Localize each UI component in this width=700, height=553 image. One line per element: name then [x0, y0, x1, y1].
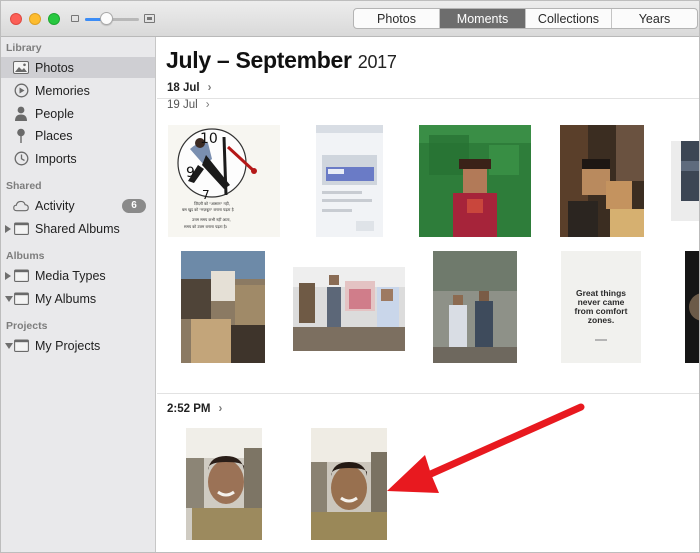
shared-header: Shared — [6, 180, 42, 192]
folder-icon — [13, 222, 29, 236]
activity-count-badge: 6 — [122, 198, 146, 213]
photo-thumbnail[interactable]: Great things never came from comfort zon… — [561, 251, 641, 363]
sidebar: Library Photos Memories People Places Im… — [1, 37, 156, 552]
photo-thumbnail[interactable] — [186, 428, 262, 540]
sidebar-item-my-albums[interactable]: My Albums — [1, 288, 155, 309]
sidebar-item-shared-albums[interactable]: Shared Albums — [1, 218, 155, 239]
clock-number-10: 10 — [200, 131, 218, 147]
view-switcher: Photos Moments Collections Years — [353, 8, 698, 29]
partial-image — [685, 251, 699, 363]
sidebar-item-media-types[interactable]: Media Types — [1, 265, 155, 286]
photo-thumbnail[interactable] — [419, 125, 531, 237]
zoom-out-icon[interactable] — [71, 15, 79, 22]
sidebar-item-label: Imports — [35, 151, 77, 166]
memories-icon — [13, 83, 29, 98]
event-photo-image — [293, 267, 405, 351]
disclosure-triangle-icon[interactable] — [5, 271, 11, 280]
sidebar-item-label: Photos — [35, 60, 74, 75]
folder-icon — [13, 292, 29, 306]
photo-thumbnail[interactable] — [311, 428, 387, 540]
partial-image — [671, 141, 699, 221]
selfie-image — [560, 125, 644, 237]
sidebar-item-places[interactable]: Places — [1, 125, 155, 146]
quote-line-4: zones. — [588, 315, 614, 325]
sidebar-item-my-projects[interactable]: My Projects — [1, 335, 155, 356]
sidebar-item-label: Places — [35, 128, 73, 143]
tab-photos[interactable]: Photos — [354, 9, 440, 28]
sidebar-item-label: Memories — [35, 83, 90, 98]
photos-icon — [13, 61, 29, 75]
sidebar-item-label: People — [35, 106, 74, 121]
hindi-quote-line-4: समय को उत्तम बनाना पड़ता है। — [184, 224, 228, 229]
sidebar-item-memories[interactable]: Memories — [1, 80, 155, 101]
toolbar: Photos Moments Collections Years — [1, 1, 699, 37]
projects-header: Projects — [6, 320, 48, 332]
zoom-slider-knob[interactable] — [100, 12, 114, 25]
moment-header-19-jul[interactable]: 19 Jul › — [167, 99, 210, 111]
zoom-window-button[interactable] — [48, 13, 60, 25]
photo-thumbnail[interactable]: ज़िंदगी को "आसान" नहीं, बस खुद को "मज़बू… — [168, 125, 280, 237]
imports-icon — [13, 151, 29, 166]
tab-moments[interactable]: Moments — [440, 9, 526, 28]
sidebar-item-label: Shared Albums — [35, 221, 120, 236]
moment-header-2-52-pm[interactable]: 2:52 PM › — [167, 403, 222, 415]
moment-divider — [157, 98, 699, 99]
hindi-quote-line-1: ज़िंदगी को "आसान" नहीं, — [194, 201, 230, 206]
photo-thumbnail-partial[interactable] — [671, 141, 699, 221]
tab-years[interactable]: Years — [612, 9, 697, 28]
moment-divider — [157, 393, 699, 394]
page-title: July – September 2017 — [166, 47, 397, 74]
people-icon — [13, 106, 29, 121]
selfie-photo-image — [186, 428, 262, 540]
quote-card-image: Great things never came from comfort zon… — [561, 251, 641, 363]
title-year: 2017 — [357, 52, 397, 72]
title-range: July – September — [166, 47, 352, 73]
chevron-right-icon[interactable]: › — [206, 99, 210, 111]
photos-window: Photos Moments Collections Years Library… — [0, 0, 700, 553]
disclosure-triangle-icon[interactable] — [5, 295, 13, 302]
street-photo-image — [181, 251, 265, 363]
close-window-button[interactable] — [10, 13, 22, 25]
albums-header: Albums — [6, 250, 45, 262]
disclosure-triangle-icon[interactable] — [5, 342, 13, 349]
disclosure-triangle-icon[interactable] — [5, 224, 11, 233]
sidebar-item-label: Media Types — [35, 268, 106, 283]
folder-icon — [13, 339, 29, 353]
tab-collections[interactable]: Collections — [526, 9, 612, 28]
chevron-right-icon[interactable]: › — [218, 403, 222, 415]
sidebar-item-activity[interactable]: Activity 6 — [1, 195, 155, 216]
group-photo-image — [433, 251, 517, 363]
places-icon — [13, 128, 29, 143]
minimize-window-button[interactable] — [29, 13, 41, 25]
selfie-photo-image — [311, 428, 387, 540]
sidebar-item-label: My Projects — [35, 338, 101, 353]
photo-thumbnail[interactable] — [181, 251, 265, 363]
photo-thumbnail[interactable] — [293, 267, 405, 351]
clock-number-9: 9 — [186, 165, 195, 181]
moment-date: 18 Jul — [167, 82, 200, 94]
photo-thumbnail[interactable] — [560, 125, 644, 237]
hindi-quote-line-3: उत्तम समय कभी नहीं आता, — [192, 217, 231, 222]
cloud-icon — [13, 199, 29, 213]
moment-date: 2:52 PM — [167, 403, 211, 415]
moments-view: July – September 2017 18 Jul › 19 Jul › ज़… — [157, 37, 699, 552]
photo-thumbnail-partial[interactable] — [685, 251, 699, 363]
sidebar-item-imports[interactable]: Imports — [1, 148, 155, 169]
library-header: Library — [6, 42, 42, 54]
sidebar-item-people[interactable]: People — [1, 103, 155, 124]
sidebar-item-label: Activity — [35, 198, 75, 213]
moment-date: 19 Jul — [167, 99, 198, 111]
green-portrait-image — [419, 125, 531, 237]
moment-header-18-jul[interactable]: 18 Jul › — [167, 82, 211, 94]
clock-quote-image: ज़िंदगी को "आसान" नहीं, बस खुद को "मज़बू… — [168, 125, 280, 237]
chevron-right-icon[interactable]: › — [208, 82, 212, 94]
clock-number-7: 7 — [202, 188, 210, 202]
photo-thumbnail[interactable] — [433, 251, 517, 363]
zoom-in-icon[interactable] — [144, 14, 155, 23]
folder-icon — [13, 269, 29, 283]
sidebar-item-label: My Albums — [35, 291, 97, 306]
sidebar-item-photos[interactable]: Photos — [1, 57, 155, 78]
photo-thumbnail[interactable] — [316, 125, 383, 237]
screenshot-image — [316, 125, 383, 237]
